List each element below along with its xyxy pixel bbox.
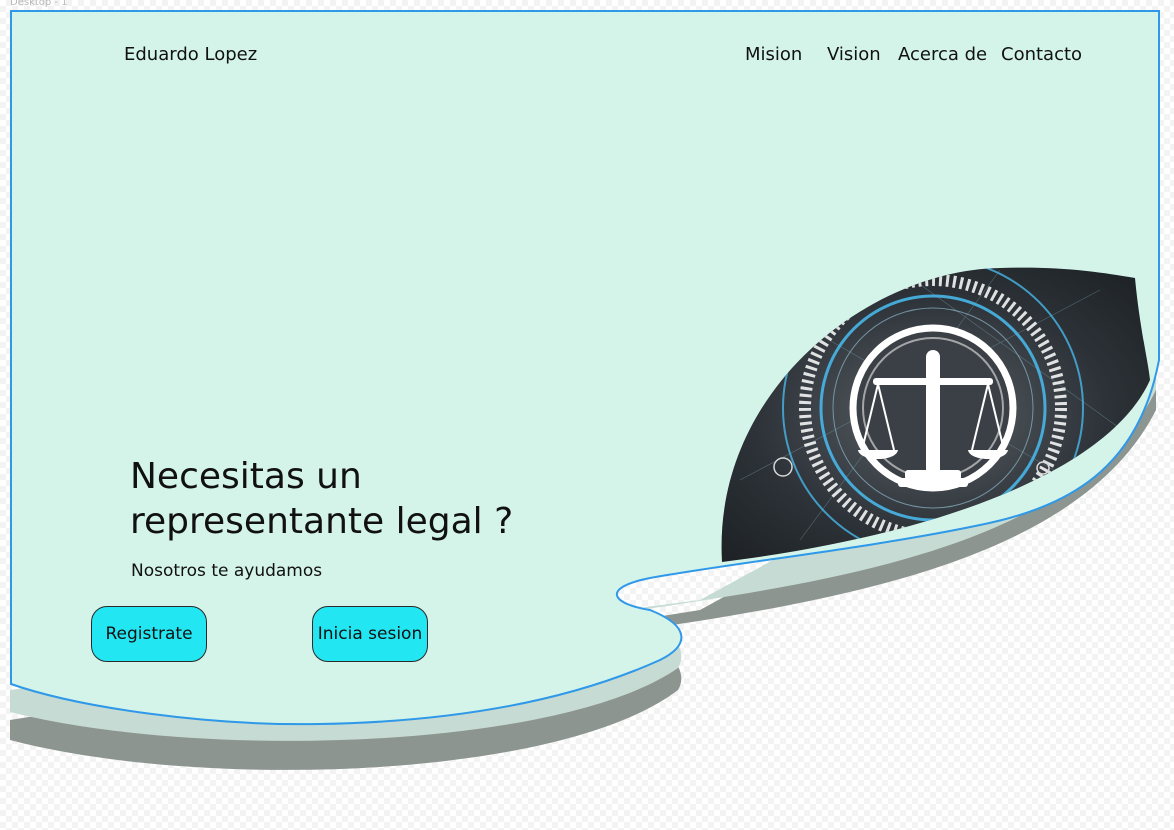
brand-name[interactable]: Eduardo Lopez xyxy=(124,44,257,65)
hero-subtitle: Nosotros te ayudamos xyxy=(131,561,323,581)
hero-title: Necesitas un representante legal ? xyxy=(130,454,550,544)
hero-title-line-1: Necesitas un xyxy=(130,456,362,497)
nav-mision[interactable]: Mision xyxy=(745,44,802,65)
hero-background xyxy=(10,10,1160,770)
register-button[interactable]: Registrate xyxy=(91,606,207,662)
hero-title-line-2: representante legal ? xyxy=(130,501,514,542)
nav-vision[interactable]: Vision xyxy=(827,44,881,65)
nav-acerca-de[interactable]: Acerca de xyxy=(898,44,987,65)
nav-contacto[interactable]: Contacto xyxy=(1001,44,1082,65)
login-button[interactable]: Inicia sesion xyxy=(312,606,428,662)
